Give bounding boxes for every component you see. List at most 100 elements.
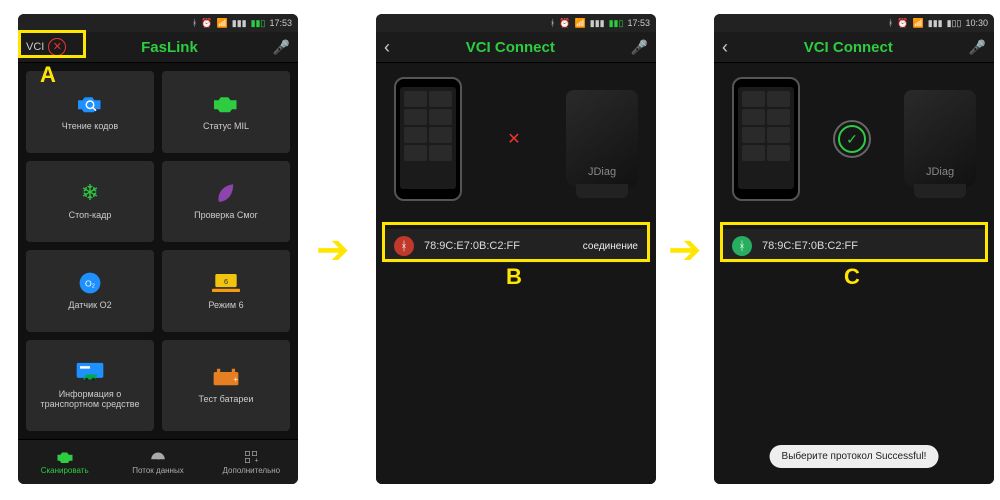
- svg-text:O₂: O₂: [85, 278, 95, 288]
- alarm-icon: ⏰: [201, 18, 212, 29]
- signal-icon: ▮▮▮: [590, 18, 605, 29]
- device-mac: 78:9C:E7:0B:C2:FF: [762, 240, 976, 252]
- vci-label: VCI: [26, 41, 44, 53]
- nav-scan[interactable]: Сканировать: [18, 440, 111, 484]
- wifi-icon: 📶: [217, 18, 228, 29]
- alarm-icon: ⏰: [559, 18, 570, 29]
- tile-mil-status[interactable]: Статус MIL: [162, 71, 290, 153]
- top-bar: VCI ✕ FasLink 🎤: [18, 32, 298, 63]
- tile-battery-test[interactable]: + Тест батареи: [162, 340, 290, 431]
- device-brand: JDiag: [588, 166, 616, 178]
- screen-a-home: ᚼ ⏰ 📶 ▮▮▮ ▮▮▯ 17:53 VCI ✕ FasLink 🎤 Чтен…: [18, 14, 298, 484]
- status-bar: ᚼ ⏰ 📶 ▮▮▮ ▮▮▯ 17:53: [18, 14, 298, 32]
- tile-label: Режим 6: [208, 301, 243, 311]
- mic-icon[interactable]: 🎤: [969, 39, 986, 56]
- check-icon: ✓: [838, 125, 866, 153]
- callout-a: A: [40, 62, 56, 88]
- tile-mode-6[interactable]: 6 Режим 6: [162, 250, 290, 332]
- bluetooth-status-icon: ᚼ: [732, 236, 752, 256]
- status-bar: ᚼ ⏰ 📶 ▮▮▮ ▮▮▯ 17:53: [376, 14, 656, 32]
- mic-icon[interactable]: 🎤: [631, 39, 648, 56]
- vci-status-badge[interactable]: VCI ✕: [26, 38, 66, 56]
- battery-icon: +: [211, 365, 241, 389]
- arrow-b-to-c: ➔: [668, 230, 702, 270]
- nav-label: Поток данных: [132, 466, 183, 475]
- tile-vehicle-info[interactable]: Информация о транспортном средстве: [26, 340, 154, 431]
- phone-illustration: [394, 77, 462, 201]
- toast-text: Выберите протокол Successful!: [782, 451, 927, 462]
- o2-icon: O₂: [75, 271, 105, 295]
- page-title: VCI Connect: [398, 39, 623, 56]
- car-card-icon: [75, 360, 105, 384]
- disconnected-icon: ✕: [48, 38, 66, 56]
- alarm-icon: ⏰: [897, 18, 908, 29]
- pair-status-success-icon: ✓: [810, 119, 894, 159]
- success-toast: Выберите протокол Successful!: [770, 445, 939, 468]
- device-brand: JDiag: [926, 166, 954, 178]
- tile-smog-check[interactable]: Проверка Смог: [162, 161, 290, 243]
- signal-icon: ▮▮▮: [928, 18, 943, 29]
- status-time: 17:53: [627, 18, 650, 28]
- leaf-icon: [211, 181, 241, 205]
- laptop-icon: 6: [211, 271, 241, 295]
- tile-label: Тест батареи: [199, 395, 254, 405]
- obd-device-illustration: JDiag: [566, 90, 638, 188]
- engine-icon: [56, 450, 74, 464]
- tile-label: Датчик O2: [68, 301, 111, 311]
- obd-device-illustration: JDiag: [904, 90, 976, 188]
- tile-label: Статус MIL: [203, 122, 249, 132]
- snowflake-icon: ❄: [75, 181, 105, 205]
- top-bar: ‹ VCI Connect 🎤: [714, 32, 994, 63]
- tile-freeze-frame[interactable]: ❄ Стоп-кадр: [26, 161, 154, 243]
- callout-b: B: [506, 264, 522, 290]
- wifi-icon: 📶: [913, 18, 924, 29]
- svg-text:+: +: [233, 375, 238, 384]
- nav-label: Дополнительно: [223, 466, 281, 475]
- nav-label: Сканировать: [41, 466, 89, 475]
- back-button[interactable]: ‹: [384, 38, 390, 56]
- tile-label: Информация о транспортном средстве: [30, 390, 150, 410]
- wifi-icon: 📶: [575, 18, 586, 29]
- screen-b-vci-connect: ᚼ ⏰ 📶 ▮▮▮ ▮▮▯ 17:53 ‹ VCI Connect 🎤 ✕ JD…: [376, 14, 656, 484]
- phone-illustration: [732, 77, 800, 201]
- bluetooth-icon: ᚼ: [550, 18, 555, 28]
- battery-icon: ▮▮▯: [609, 18, 624, 29]
- status-time: 17:53: [269, 18, 292, 28]
- bottom-nav: Сканировать Поток данных + Дополнительно: [18, 439, 298, 484]
- gauge-icon: [149, 450, 167, 464]
- bluetooth-icon: ᚼ: [192, 18, 197, 28]
- nav-datastream[interactable]: Поток данных: [111, 440, 204, 484]
- engine-warn-icon: [211, 92, 241, 116]
- battery-icon: ▮▮▯: [251, 18, 266, 29]
- svg-text:+: +: [255, 457, 259, 463]
- pairing-illustration: ✓ JDiag: [714, 63, 994, 211]
- mic-icon[interactable]: 🎤: [273, 39, 290, 56]
- nav-more[interactable]: + Дополнительно: [205, 440, 298, 484]
- tile-label: Стоп-кадр: [69, 211, 112, 221]
- signal-icon: ▮▮▮: [232, 18, 247, 29]
- feature-grid: Чтение кодов Статус MIL ❄ Стоп-кадр Пров…: [18, 63, 298, 439]
- signal-waves-icon: ✓: [822, 119, 882, 159]
- tile-o2-sensor[interactable]: O₂ Датчик O2: [26, 250, 154, 332]
- page-title: VCI Connect: [736, 39, 961, 56]
- tile-label: Проверка Смог: [194, 211, 258, 221]
- top-bar: ‹ VCI Connect 🎤: [376, 32, 656, 63]
- status-bar: ᚼ ⏰ 📶 ▮▮▮ ▮▯▯ 10:30: [714, 14, 994, 32]
- tile-label: Чтение кодов: [62, 122, 118, 132]
- screen-c-vci-connected: ᚼ ⏰ 📶 ▮▮▮ ▮▯▯ 10:30 ‹ VCI Connect 🎤 ✓ JD…: [714, 14, 994, 484]
- pairing-illustration: ✕ JDiag: [376, 63, 656, 211]
- battery-icon: ▮▯▯: [947, 18, 962, 29]
- arrow-a-to-b: ➔: [316, 230, 350, 270]
- device-mac: 78:9C:E7:0B:C2:FF: [424, 240, 573, 252]
- back-button[interactable]: ‹: [722, 38, 728, 56]
- grid-plus-icon: +: [242, 450, 260, 464]
- bluetooth-icon: ᚼ: [888, 18, 893, 28]
- callout-c: C: [844, 264, 860, 290]
- bluetooth-status-icon: ᚼ: [394, 236, 414, 256]
- app-title: FasLink: [74, 39, 264, 56]
- pair-status-fail-icon: ✕: [472, 129, 556, 149]
- bluetooth-device-row[interactable]: ᚼ 78:9C:E7:0B:C2:FF: [722, 229, 986, 263]
- bluetooth-device-row[interactable]: ᚼ 78:9C:E7:0B:C2:FF соединение: [384, 229, 648, 263]
- engine-search-icon: [75, 92, 105, 116]
- status-time: 10:30: [965, 18, 988, 28]
